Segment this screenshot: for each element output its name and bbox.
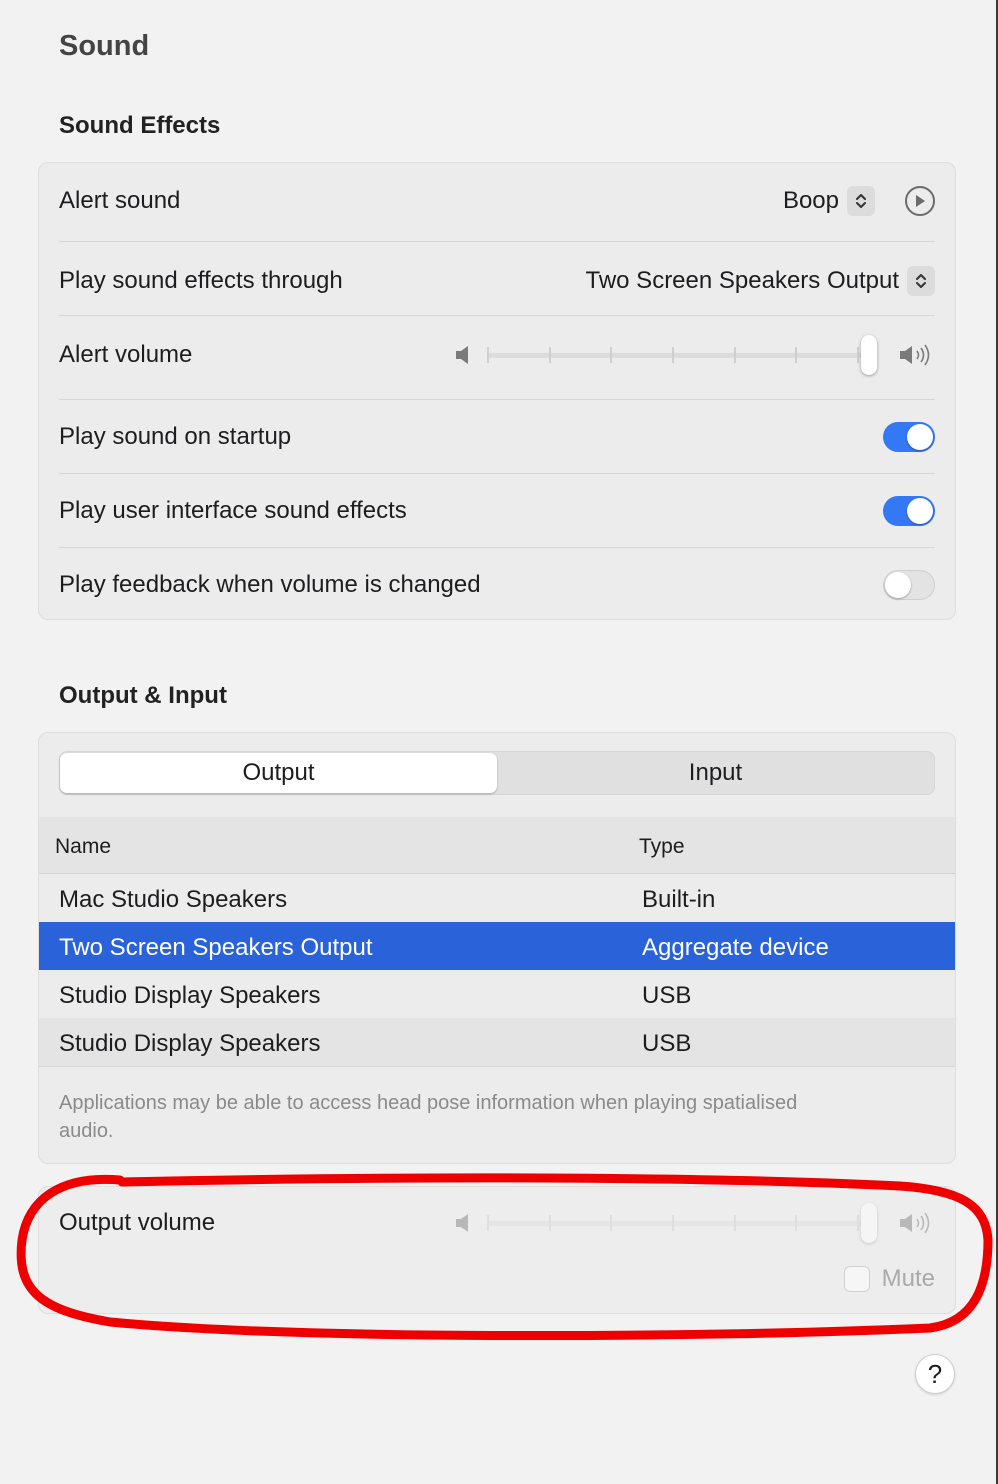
tab-output[interactable]: Output bbox=[60, 753, 497, 793]
startup-toggle[interactable] bbox=[883, 422, 935, 452]
output-volume-label: Output volume bbox=[59, 1209, 216, 1236]
play-through-popup[interactable]: Two Screen Speakers Output bbox=[585, 266, 935, 296]
slider-track bbox=[487, 353, 877, 358]
startup-label: Play sound on startup bbox=[59, 423, 292, 450]
chevron-updown-icon bbox=[847, 186, 875, 216]
speaker-high-icon bbox=[899, 342, 935, 375]
slider-tick bbox=[795, 1215, 798, 1231]
alert-sound-label: Alert sound bbox=[59, 187, 181, 214]
help-button[interactable]: ? bbox=[915, 1354, 955, 1394]
divider bbox=[59, 399, 935, 400]
speaker-high-icon bbox=[899, 1210, 935, 1243]
table-row[interactable]: Mac Studio Speakers Built-in bbox=[39, 874, 955, 922]
column-header-name[interactable]: Name bbox=[55, 835, 111, 859]
alert-sound-row: Alert sound Boop bbox=[59, 181, 935, 221]
output-input-segmented-control: Output Input bbox=[59, 751, 935, 795]
feedback-label: Play feedback when volume is changed bbox=[59, 571, 481, 598]
mute-control[interactable]: Mute bbox=[843, 1265, 935, 1293]
slider-tick bbox=[487, 347, 489, 363]
alert-volume-slider[interactable] bbox=[455, 335, 935, 375]
alert-sound-popup[interactable]: Boop bbox=[783, 186, 935, 216]
slider-tick bbox=[733, 1215, 736, 1231]
slider-tick bbox=[487, 1215, 489, 1231]
feedback-toggle[interactable] bbox=[883, 570, 935, 600]
sound-effects-card: Alert sound Boop Play sound effects thro… bbox=[38, 162, 956, 620]
slider-tick bbox=[857, 347, 859, 363]
slider-tick bbox=[548, 1215, 551, 1231]
play-through-value: Two Screen Speakers Output bbox=[585, 267, 900, 294]
output-input-heading: Output & Input bbox=[59, 682, 227, 709]
ui-effects-toggle[interactable] bbox=[883, 496, 935, 526]
slider-tick bbox=[795, 347, 798, 363]
sound-effects-heading: Sound Effects bbox=[59, 112, 221, 139]
feedback-row: Play feedback when volume is changed bbox=[59, 567, 935, 603]
device-type: USB bbox=[642, 1030, 692, 1057]
slider-tick bbox=[672, 347, 674, 363]
device-name: Mac Studio Speakers bbox=[59, 886, 288, 913]
output-volume-slider[interactable] bbox=[455, 1203, 935, 1243]
divider bbox=[39, 1066, 955, 1067]
device-name: Studio Display Speakers bbox=[59, 982, 321, 1009]
ui-effects-row: Play user interface sound effects bbox=[59, 493, 935, 529]
alert-volume-row: Alert volume bbox=[59, 333, 935, 377]
output-volume-card: Output volume Mute bbox=[38, 1186, 956, 1314]
ui-effects-label: Play user interface sound effects bbox=[59, 497, 407, 524]
mute-checkbox[interactable] bbox=[843, 1266, 870, 1292]
table-header: Name Type bbox=[39, 817, 955, 874]
slider-tick bbox=[672, 1215, 674, 1231]
slider-tick bbox=[610, 1215, 613, 1231]
speaker-low-icon bbox=[455, 344, 473, 373]
divider bbox=[59, 473, 935, 474]
mute-label: Mute bbox=[881, 1265, 935, 1292]
divider bbox=[59, 547, 935, 548]
slider-tick bbox=[548, 347, 551, 363]
slider-thumb[interactable] bbox=[861, 1203, 877, 1243]
table-row-selected[interactable]: Two Screen Speakers Output Aggregate dev… bbox=[39, 922, 955, 970]
spatial-audio-note: Applications may be able to access head … bbox=[59, 1092, 798, 1142]
table-row[interactable]: Studio Display Speakers USB bbox=[39, 970, 955, 1018]
device-type: USB bbox=[642, 982, 692, 1009]
table-row[interactable]: Studio Display Speakers USB bbox=[39, 1018, 955, 1066]
output-volume-row: Output volume bbox=[59, 1201, 935, 1245]
speaker-low-icon bbox=[455, 1212, 473, 1241]
device-type: Aggregate device bbox=[642, 934, 829, 961]
tab-input[interactable]: Input bbox=[497, 752, 934, 794]
slider-tick bbox=[733, 347, 736, 363]
slider-track bbox=[487, 1221, 877, 1226]
output-input-card: Output Input Name Type Mac Studio Speake… bbox=[38, 732, 956, 1164]
device-name: Two Screen Speakers Output bbox=[59, 934, 373, 961]
device-type: Built-in bbox=[642, 886, 716, 913]
divider bbox=[59, 315, 935, 316]
play-through-label: Play sound effects through bbox=[59, 267, 343, 294]
device-name: Studio Display Speakers bbox=[59, 1030, 321, 1057]
slider-tick bbox=[610, 347, 613, 363]
alert-sound-value: Boop bbox=[782, 187, 839, 214]
column-header-type[interactable]: Type bbox=[639, 835, 685, 859]
alert-volume-label: Alert volume bbox=[59, 341, 193, 368]
slider-thumb[interactable] bbox=[861, 335, 877, 375]
startup-row: Play sound on startup bbox=[59, 419, 935, 455]
divider bbox=[59, 241, 935, 242]
play-through-row: Play sound effects through Two Screen Sp… bbox=[59, 261, 935, 301]
chevron-updown-icon bbox=[907, 266, 935, 296]
page-title: Sound bbox=[59, 30, 150, 62]
play-icon[interactable] bbox=[905, 186, 935, 216]
slider-tick bbox=[857, 1215, 859, 1231]
